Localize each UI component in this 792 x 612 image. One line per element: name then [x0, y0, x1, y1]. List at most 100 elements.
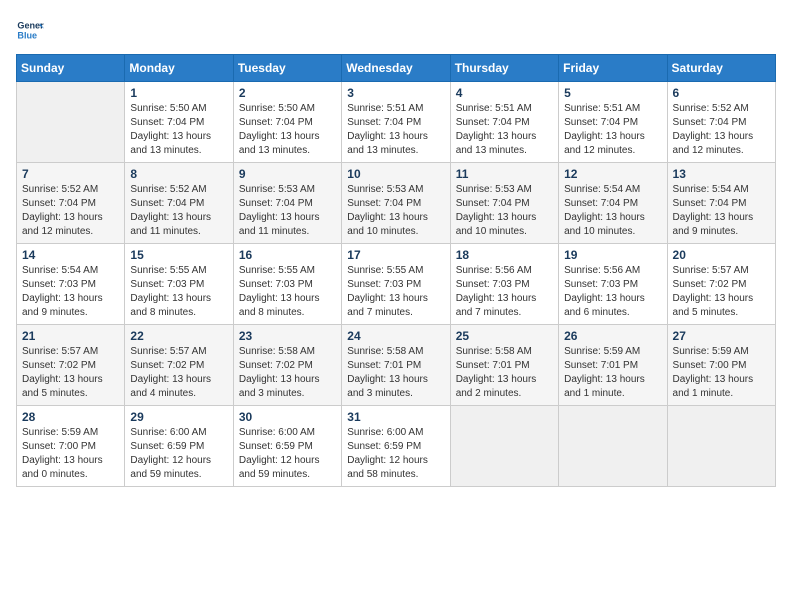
day-number: 18 [456, 248, 553, 262]
weekday-header-thursday: Thursday [450, 55, 558, 82]
day-info: Sunrise: 5:50 AM Sunset: 7:04 PM Dayligh… [130, 102, 227, 158]
day-info: Sunrise: 5:54 AM Sunset: 7:04 PM Dayligh… [673, 183, 770, 239]
table-row: 5 Sunrise: 5:51 AM Sunset: 7:04 PM Daylig… [559, 82, 667, 163]
day-number: 20 [673, 248, 770, 262]
table-row: 17Sunrise: 5:55 AM Sunset: 7:03 PM Dayli… [342, 244, 450, 325]
day-number: 23 [239, 329, 336, 343]
svg-text:Blue: Blue [17, 30, 37, 40]
day-info: Sunrise: 5:58 AM Sunset: 7:02 PM Dayligh… [239, 345, 336, 401]
day-info: Sunrise: 5:58 AM Sunset: 7:01 PM Dayligh… [347, 345, 444, 401]
day-info: Sunrise: 5:59 AM Sunset: 7:00 PM Dayligh… [22, 426, 119, 482]
table-row [17, 82, 125, 163]
day-number: 9 [239, 167, 336, 181]
day-info: Sunrise: 6:00 AM Sunset: 6:59 PM Dayligh… [347, 426, 444, 482]
table-row: 20 Sunrise: 5:57 AM Sunset: 7:02 PM Dayli… [667, 244, 775, 325]
table-row: 19 Sunrise: 5:56 AM Sunset: 7:03 PM Dayli… [559, 244, 667, 325]
day-number: 26 [564, 329, 661, 343]
day-number: 15 [130, 248, 227, 262]
day-info: Sunrise: 5:56 AM Sunset: 7:03 PM Dayligh… [564, 264, 661, 320]
day-info: Sunrise: 5:52 AM Sunset: 7:04 PM Dayligh… [130, 183, 227, 239]
day-number: 29 [130, 410, 227, 424]
day-number: 12 [564, 167, 661, 181]
table-row: 30Sunrise: 6:00 AM Sunset: 6:59 PM Dayli… [233, 406, 341, 487]
table-row: 14 Sunrise: 5:54 AM Sunset: 7:03 PM Dayli… [17, 244, 125, 325]
table-row: 15 Sunrise: 5:55 AM Sunset: 7:03 PM Dayli… [125, 244, 233, 325]
table-row: 18 Sunrise: 5:56 AM Sunset: 7:03 PM Dayli… [450, 244, 558, 325]
weekday-header-tuesday: Tuesday [233, 55, 341, 82]
table-row: 11Sunrise: 5:53 AM Sunset: 7:04 PM Dayli… [450, 163, 558, 244]
day-info: Sunrise: 5:58 AM Sunset: 7:01 PM Dayligh… [456, 345, 553, 401]
table-row: 9 Sunrise: 5:53 AM Sunset: 7:04 PM Daylig… [233, 163, 341, 244]
calendar-week-5: 28 Sunrise: 5:59 AM Sunset: 7:00 PM Dayli… [17, 406, 776, 487]
weekday-header-friday: Friday [559, 55, 667, 82]
table-row: 29 Sunrise: 6:00 AM Sunset: 6:59 PM Dayli… [125, 406, 233, 487]
day-info: Sunrise: 6:00 AM Sunset: 6:59 PM Dayligh… [239, 426, 336, 482]
table-row: 25 Sunrise: 5:58 AM Sunset: 7:01 PM Dayli… [450, 325, 558, 406]
day-info: Sunrise: 5:55 AM Sunset: 7:03 PM Dayligh… [130, 264, 227, 320]
day-number: 27 [673, 329, 770, 343]
day-number: 11 [456, 167, 553, 181]
weekday-header-saturday: Saturday [667, 55, 775, 82]
table-row: 22 Sunrise: 5:57 AM Sunset: 7:02 PM Dayli… [125, 325, 233, 406]
day-number: 31 [347, 410, 444, 424]
table-row [667, 406, 775, 487]
table-row [559, 406, 667, 487]
day-number: 16 [239, 248, 336, 262]
table-row: 6Sunrise: 5:52 AM Sunset: 7:04 PM Daylig… [667, 82, 775, 163]
day-info: Sunrise: 5:59 AM Sunset: 7:00 PM Dayligh… [673, 345, 770, 401]
day-info: Sunrise: 5:52 AM Sunset: 7:04 PM Dayligh… [22, 183, 119, 239]
logo-icon: General Blue [16, 16, 44, 44]
day-number: 24 [347, 329, 444, 343]
day-info: Sunrise: 5:51 AM Sunset: 7:04 PM Dayligh… [456, 102, 553, 158]
day-number: 28 [22, 410, 119, 424]
day-number: 14 [22, 248, 119, 262]
table-row: 4Sunrise: 5:51 AM Sunset: 7:04 PM Daylig… [450, 82, 558, 163]
day-number: 21 [22, 329, 119, 343]
table-row: 12 Sunrise: 5:54 AM Sunset: 7:04 PM Dayli… [559, 163, 667, 244]
table-row: 10Sunrise: 5:53 AM Sunset: 7:04 PM Dayli… [342, 163, 450, 244]
logo: General Blue [16, 16, 48, 44]
day-info: Sunrise: 5:57 AM Sunset: 7:02 PM Dayligh… [130, 345, 227, 401]
day-info: Sunrise: 6:00 AM Sunset: 6:59 PM Dayligh… [130, 426, 227, 482]
day-info: Sunrise: 5:55 AM Sunset: 7:03 PM Dayligh… [239, 264, 336, 320]
table-row: 21 Sunrise: 5:57 AM Sunset: 7:02 PM Dayli… [17, 325, 125, 406]
day-number: 22 [130, 329, 227, 343]
day-number: 25 [456, 329, 553, 343]
weekday-header-row: SundayMondayTuesdayWednesdayThursdayFrid… [17, 55, 776, 82]
day-number: 17 [347, 248, 444, 262]
table-row [450, 406, 558, 487]
day-info: Sunrise: 5:59 AM Sunset: 7:01 PM Dayligh… [564, 345, 661, 401]
weekday-header-monday: Monday [125, 55, 233, 82]
day-info: Sunrise: 5:57 AM Sunset: 7:02 PM Dayligh… [22, 345, 119, 401]
day-info: Sunrise: 5:54 AM Sunset: 7:03 PM Dayligh… [22, 264, 119, 320]
calendar-week-1: 1 Sunrise: 5:50 AM Sunset: 7:04 PM Daylig… [17, 82, 776, 163]
weekday-header-sunday: Sunday [17, 55, 125, 82]
table-row: 8 Sunrise: 5:52 AM Sunset: 7:04 PM Daylig… [125, 163, 233, 244]
calendar-table: SundayMondayTuesdayWednesdayThursdayFrid… [16, 54, 776, 487]
table-row: 3Sunrise: 5:51 AM Sunset: 7:04 PM Daylig… [342, 82, 450, 163]
table-row: 13Sunrise: 5:54 AM Sunset: 7:04 PM Dayli… [667, 163, 775, 244]
calendar-week-2: 7Sunrise: 5:52 AM Sunset: 7:04 PM Daylig… [17, 163, 776, 244]
day-info: Sunrise: 5:53 AM Sunset: 7:04 PM Dayligh… [239, 183, 336, 239]
day-info: Sunrise: 5:51 AM Sunset: 7:04 PM Dayligh… [564, 102, 661, 158]
day-number: 1 [130, 86, 227, 100]
table-row: 16 Sunrise: 5:55 AM Sunset: 7:03 PM Dayli… [233, 244, 341, 325]
table-row: 2Sunrise: 5:50 AM Sunset: 7:04 PM Daylig… [233, 82, 341, 163]
table-row: 28 Sunrise: 5:59 AM Sunset: 7:00 PM Dayli… [17, 406, 125, 487]
table-row: 26 Sunrise: 5:59 AM Sunset: 7:01 PM Dayli… [559, 325, 667, 406]
day-number: 5 [564, 86, 661, 100]
table-row: 1 Sunrise: 5:50 AM Sunset: 7:04 PM Daylig… [125, 82, 233, 163]
day-number: 10 [347, 167, 444, 181]
table-row: 23 Sunrise: 5:58 AM Sunset: 7:02 PM Dayli… [233, 325, 341, 406]
table-row: 27 Sunrise: 5:59 AM Sunset: 7:00 PM Dayli… [667, 325, 775, 406]
day-info: Sunrise: 5:57 AM Sunset: 7:02 PM Dayligh… [673, 264, 770, 320]
day-info: Sunrise: 5:54 AM Sunset: 7:04 PM Dayligh… [564, 183, 661, 239]
day-number: 19 [564, 248, 661, 262]
table-row: 31 Sunrise: 6:00 AM Sunset: 6:59 PM Dayli… [342, 406, 450, 487]
day-info: Sunrise: 5:52 AM Sunset: 7:04 PM Dayligh… [673, 102, 770, 158]
day-number: 8 [130, 167, 227, 181]
table-row: 7Sunrise: 5:52 AM Sunset: 7:04 PM Daylig… [17, 163, 125, 244]
day-number: 3 [347, 86, 444, 100]
day-info: Sunrise: 5:56 AM Sunset: 7:03 PM Dayligh… [456, 264, 553, 320]
calendar-week-3: 14 Sunrise: 5:54 AM Sunset: 7:03 PM Dayli… [17, 244, 776, 325]
